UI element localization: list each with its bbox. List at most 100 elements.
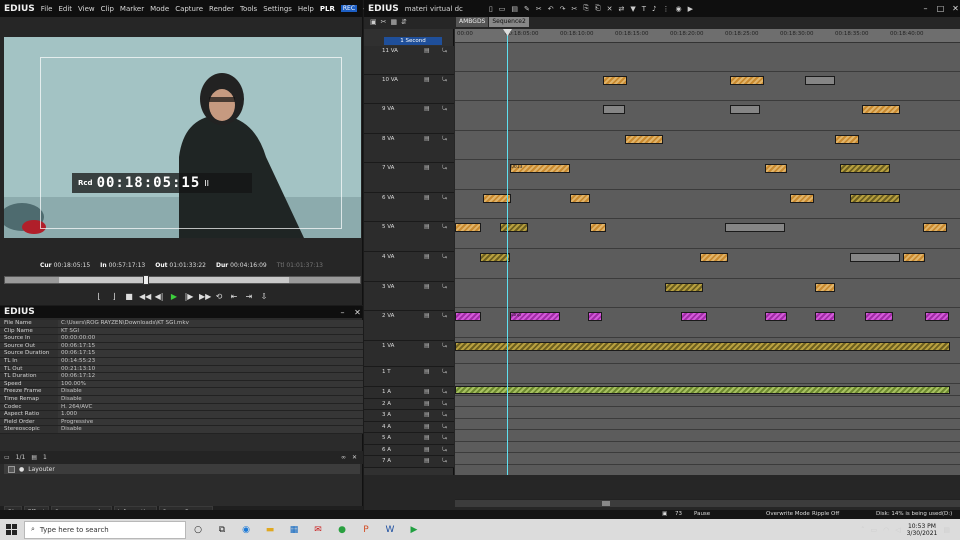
rewind-icon[interactable]: ◀◀ [139,292,151,301]
title-icon[interactable]: T [642,5,646,13]
track-lane[interactable] [455,43,960,72]
track-lane[interactable]: 0013 [455,160,960,190]
track-toggle-icon[interactable]: ▤ [424,76,430,83]
track-toggle-icon[interactable]: ▤ [424,400,430,407]
insert-icon[interactable]: ⇤ [229,292,239,301]
track-lane[interactable] [455,364,960,384]
timeline-clip[interactable] [455,386,950,394]
track-link-icon[interactable]: ⤿ [442,47,447,55]
menu-capture[interactable]: Capture [175,5,203,13]
player-scrub-bar[interactable] [4,275,361,285]
taskbar-clock[interactable]: 10:53 PM 3/30/2021 [907,523,938,537]
info-minimize-icon[interactable]: – [338,308,347,317]
track-toggle-icon[interactable]: ▤ [424,446,430,453]
menu-clip[interactable]: Clip [101,5,114,13]
save-icon[interactable]: ▤ [511,5,518,13]
settings-icon[interactable]: ✎ [524,5,530,13]
track-header[interactable]: 2 A ▤ ⤿ [364,398,454,410]
battery-icon[interactable]: ▭ [870,526,877,534]
timeline-clip[interactable] [815,283,835,292]
timeline-clip[interactable] [805,76,835,85]
layouter-checkbox[interactable] [8,465,15,473]
track-header[interactable]: 6 A ▤ ⤿ [364,444,454,456]
track-link-icon[interactable]: ⤿ [442,76,447,84]
track-toggle-icon[interactable]: ▤ [424,135,430,142]
track-lane[interactable] [455,131,960,160]
track-link-icon[interactable]: ⤿ [442,105,447,113]
track-header[interactable]: 4 VA ▤ ⤿ [364,252,454,282]
timeline-clip[interactable] [835,135,859,144]
track-lane[interactable] [455,407,960,419]
track-icon[interactable]: ▦ [391,18,398,26]
timeline-clip[interactable] [730,76,764,85]
track-header[interactable]: 7 A ▤ ⤿ [364,456,454,468]
track-link-icon[interactable]: ⤿ [442,446,447,454]
track-toggle-icon[interactable]: ▤ [424,194,430,201]
track-header[interactable]: 8 VA ▤ ⤿ [364,134,454,163]
timeline-clip[interactable] [790,194,814,203]
cortana-icon[interactable]: ○ [186,519,210,540]
network-icon[interactable]: ◠ [883,526,889,534]
menu-settings[interactable]: Settings [263,5,292,13]
track-header[interactable]: 6 VA ▤ ⤿ [364,193,454,222]
track-lane[interactable] [455,72,960,101]
timeline-clip[interactable] [588,312,602,321]
timeline-minimize-icon[interactable]: – [921,4,930,13]
open-icon[interactable]: ▭ [499,5,506,13]
track-lane[interactable] [455,418,960,430]
sync-icon[interactable]: ⇵ [401,18,407,26]
track-lane[interactable] [455,190,960,219]
timeline-clip[interactable] [455,223,481,232]
timeline-clip[interactable] [603,105,625,114]
timeline-clip[interactable]: strip [510,312,560,321]
track-link-icon[interactable]: ⤿ [442,342,447,350]
track-link-icon[interactable]: ⤿ [442,457,447,465]
track-header[interactable]: 10 VA ▤ ⤿ [364,75,454,104]
timeline-clip[interactable] [865,312,893,321]
scrub-handle[interactable] [143,275,149,285]
scroll-thumb[interactable] [602,501,610,506]
tab-ambgds[interactable]: AMBGDS [456,17,489,27]
tray-chevron-icon[interactable]: ˄ [861,526,865,534]
eye-icon[interactable]: ● [19,466,24,473]
track-header[interactable]: 1 T ▤ ⤿ [364,367,454,387]
loop-icon[interactable]: ⟲ [214,292,224,301]
set-out-icon[interactable]: ⌋ [109,292,119,301]
track-toggle-icon[interactable]: ▤ [424,253,430,260]
redo-icon[interactable]: ↷ [560,5,566,13]
track-lane[interactable] [455,430,960,442]
timeline-clip[interactable] [923,223,947,232]
store-icon[interactable]: ▦ [282,519,306,540]
track-header[interactable]: 5 VA ▤ ⤿ [364,222,454,252]
track-toggle-icon[interactable]: ▤ [424,283,430,290]
timeline-clip[interactable] [665,283,703,292]
sequence-icon[interactable]: ▣ [370,18,377,26]
start-button[interactable] [0,519,24,540]
track-toggle-icon[interactable]: ▤ [424,368,430,375]
cut-icon[interactable]: ✂ [571,5,577,13]
export-icon-tl[interactable]: ▶ [688,5,693,13]
timeline-clip[interactable] [590,223,606,232]
track-header[interactable]: 11 VA ▤ ⤿ [364,46,454,75]
timeline-clip[interactable] [700,253,728,262]
volume-icon[interactable]: ◁ [895,526,900,534]
track-link-icon[interactable]: ⤿ [442,400,447,408]
menu-tools[interactable]: Tools [240,5,257,13]
timeline-clip[interactable] [455,342,950,351]
track-toggle-icon[interactable]: ▤ [424,411,430,418]
file-explorer-icon[interactable]: ▬ [258,519,282,540]
track-link-icon[interactable]: ⤿ [442,388,447,396]
edius-taskbar-icon[interactable]: ▶ [402,519,426,540]
timeline-close-icon[interactable]: ✕ [951,4,960,13]
menu-render[interactable]: Render [209,5,234,13]
track-toggle-icon[interactable]: ▤ [424,388,430,395]
track-toggle-icon[interactable]: ▤ [424,434,430,441]
timeline-clip[interactable] [850,253,900,262]
timeline-clip[interactable] [765,312,787,321]
timeline-clip[interactable] [730,105,760,114]
audio-icon[interactable]: ♪ [652,5,656,13]
track-header[interactable]: 3 A ▤ ⤿ [364,410,454,422]
powerpoint-icon[interactable]: P [354,519,378,540]
info-close-icon[interactable]: ✕ [353,308,362,317]
export-icon[interactable]: ⇩ [259,292,269,301]
